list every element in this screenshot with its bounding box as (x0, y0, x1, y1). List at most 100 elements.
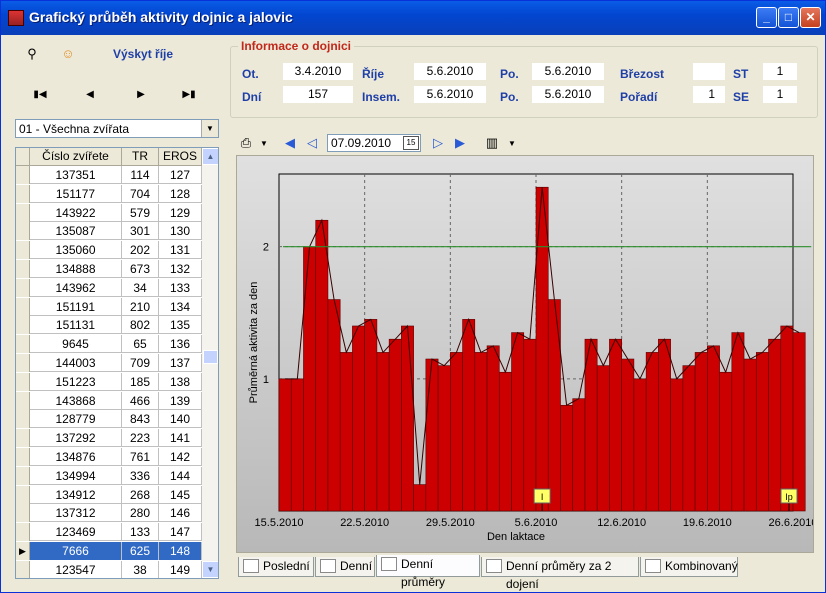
cell-tr: 210 (122, 297, 159, 316)
chevron-down-icon[interactable]: ▼ (201, 120, 218, 137)
row-indicator[interactable] (16, 166, 30, 184)
previous-date-icon[interactable]: ◁ (303, 135, 321, 151)
animal-filter-value: 01 - Všechna zvířata (19, 122, 130, 136)
row-indicator[interactable] (16, 260, 30, 278)
table-row[interactable]: ▶ 7666 625 148 (16, 542, 202, 560)
cell-tr: 579 (122, 203, 159, 222)
table-row[interactable]: 151223 185 138 (16, 372, 202, 391)
dropdown-arrow-icon[interactable]: ▼ (255, 136, 273, 152)
calendar-icon[interactable]: 15 (403, 136, 419, 150)
row-indicator[interactable] (16, 241, 30, 260)
scroll-down-icon[interactable]: ▼ (202, 561, 218, 578)
row-indicator[interactable] (16, 560, 30, 578)
row-indicator[interactable] (16, 335, 30, 354)
chart-tabs: Poslední Denní Denní průměry Denní průmě… (236, 555, 816, 591)
table-row[interactable]: 123469 133 147 (16, 523, 202, 542)
table-row[interactable]: 134912 268 145 (16, 485, 202, 504)
cell-animal-number: 143922 (30, 203, 122, 222)
table-row[interactable]: 143922 579 129 (16, 203, 202, 222)
table-row[interactable]: 143868 466 139 (16, 391, 202, 410)
table-row[interactable]: 128779 843 140 (16, 410, 202, 429)
table-row[interactable]: 143962 34 133 (16, 278, 202, 297)
row-indicator[interactable] (16, 485, 30, 504)
tab-last[interactable]: Poslední (238, 557, 314, 577)
estrus-occurrence-link[interactable]: Výskyt říje (113, 47, 173, 61)
chart-settings-icon[interactable]: ▥ (483, 135, 501, 151)
row-indicator[interactable] (16, 203, 30, 222)
table-row[interactable]: 134876 761 142 (16, 448, 202, 466)
table-row[interactable]: 137351 114 127 (16, 166, 202, 184)
row-indicator[interactable] (16, 466, 30, 485)
field-dni: 157 (283, 86, 353, 103)
label-brezost: Březost (620, 67, 665, 81)
tab-daily[interactable]: Denní (315, 557, 375, 577)
bar (621, 358, 635, 512)
scroll-up-icon[interactable]: ▲ (202, 148, 218, 165)
row-indicator[interactable] (16, 372, 30, 391)
row-indicator[interactable] (16, 410, 30, 429)
row-indicator[interactable] (16, 448, 30, 466)
person-icon[interactable]: ☺ (59, 46, 77, 62)
next-record-icon[interactable]: ▶ (133, 89, 149, 100)
next-date-icon[interactable]: ▷ (429, 135, 447, 151)
table-row[interactable]: 144003 709 137 (16, 354, 202, 372)
table-row[interactable]: 151191 210 134 (16, 297, 202, 316)
table-scrollbar[interactable]: ▲ ▼ (202, 148, 218, 578)
bar (474, 352, 488, 512)
activity-chart[interactable]: 15.5.2010 22.5.2010 29.5.2010 5.6.2010 12.6.… (236, 155, 817, 553)
table-row[interactable]: 135060 202 131 (16, 241, 202, 260)
app-window: Grafický průběh aktivity dojnic a jalovi… (0, 0, 826, 593)
minimize-button[interactable]: _ (756, 7, 777, 28)
previous-record-icon[interactable]: ◀ (82, 89, 98, 100)
last-record-icon[interactable]: ▶▮ (181, 89, 197, 100)
first-record-icon[interactable]: ▮◀ (32, 89, 48, 100)
row-pointer-icon[interactable]: ▶ (16, 542, 30, 560)
maximize-button[interactable]: □ (778, 7, 799, 28)
row-indicator[interactable] (16, 184, 30, 203)
row-indicator[interactable] (16, 354, 30, 372)
bar (376, 352, 390, 512)
table-row[interactable]: 137312 280 146 (16, 504, 202, 523)
row-indicator[interactable] (16, 523, 30, 542)
chart-settings-dropdown-icon[interactable]: ▼ (503, 136, 521, 152)
table-row[interactable]: 123547 38 149 (16, 560, 202, 578)
cell-animal-number: 134912 (30, 485, 122, 504)
table-row[interactable]: 134888 673 132 (16, 260, 202, 278)
row-indicator[interactable] (16, 429, 30, 448)
tab-combined-icon (645, 559, 661, 573)
bar (584, 338, 598, 512)
row-indicator[interactable] (16, 222, 30, 241)
date-input[interactable]: 07.09.2010 15 (327, 134, 421, 152)
date-value: 07.09.2010 (331, 136, 392, 150)
table-row[interactable]: 135087 301 130 (16, 222, 202, 241)
first-date-icon[interactable]: ◀ (281, 135, 299, 151)
field-rije: 5.6.2010 (414, 63, 486, 80)
table-row[interactable]: 151131 802 135 (16, 316, 202, 335)
tab-combined[interactable]: Kombinovaný (640, 557, 738, 577)
animal-filter-select[interactable]: 01 - Všechna zvířata ▼ (15, 119, 219, 138)
cell-animal-number: 144003 (30, 354, 122, 372)
row-indicator[interactable] (16, 316, 30, 335)
column-header-tr[interactable]: TR (122, 148, 159, 166)
scroll-thumb[interactable] (203, 350, 218, 364)
column-header-eros[interactable]: EROS (159, 148, 202, 166)
table-row[interactable]: 134994 336 144 (16, 466, 202, 485)
column-header-animal-number[interactable]: Číslo zvířete (30, 148, 122, 166)
cell-animal-number: 134888 (30, 260, 122, 278)
row-indicator[interactable] (16, 297, 30, 316)
table-row[interactable]: 9645 65 136 (16, 335, 202, 354)
bar (658, 338, 671, 512)
row-indicator[interactable] (16, 278, 30, 297)
tab-daily-averages-2-milkings[interactable]: Denní průměry za 2 dojení (481, 557, 639, 591)
binoculars-icon[interactable]: ⚲ (23, 46, 41, 62)
row-indicator[interactable] (16, 391, 30, 410)
table-row[interactable]: 151177 704 128 (16, 184, 202, 203)
row-indicator[interactable] (16, 504, 30, 523)
table-row[interactable]: 137292 223 141 (16, 429, 202, 448)
title-bar[interactable]: Grafický průběh aktivity dojnic a jalovi… (1, 1, 825, 35)
print-icon[interactable]: ⎙ (237, 135, 255, 151)
tab-daily-averages[interactable]: Denní průměry (376, 555, 480, 589)
last-date-icon[interactable]: ▶ (451, 135, 469, 151)
close-button[interactable]: ✕ (800, 7, 821, 28)
marker-label: Ip (785, 492, 793, 502)
